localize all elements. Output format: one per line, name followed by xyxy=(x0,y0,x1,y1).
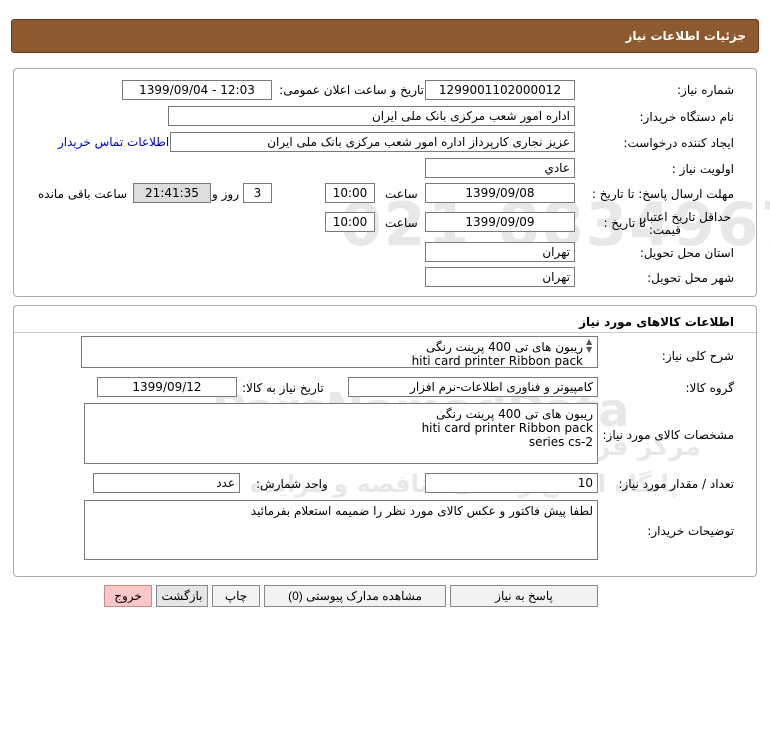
page-title: جزئیات اطلاعات نیاز xyxy=(625,29,746,43)
validity-date-field: 1399/09/09 xyxy=(425,212,575,232)
deadline-time-field: 10:00 xyxy=(325,183,375,203)
days-field: 3 xyxy=(243,183,272,203)
creator-label: ایجاد کننده درخواست: xyxy=(623,136,734,150)
need-info-panel xyxy=(13,68,757,297)
desc-line-2: hiti card printer Ribbon pack xyxy=(411,354,583,368)
remaining-label: ساعت باقی مانده xyxy=(38,187,128,201)
print-button[interactable]: چاپ xyxy=(212,585,260,607)
priority-label: اولویت نیاز : xyxy=(671,162,734,176)
need-number-label: شماره نیاز: xyxy=(677,83,734,97)
province-field: تهران xyxy=(425,242,575,262)
spec-line-2: hiti card printer Ribbon pack xyxy=(421,421,593,435)
spec-textarea[interactable]: ریبون های تی 400 پرینت رنگی hiti card pr… xyxy=(84,403,598,464)
days-label: روز و xyxy=(212,187,239,201)
deadline-date-field: 1399/09/08 xyxy=(425,183,575,203)
buyer-label: نام دستگاه خریدار: xyxy=(639,110,735,124)
validity-time-field: 10:00 xyxy=(325,212,375,232)
remaining-time-field: 21:41:35 xyxy=(133,183,211,203)
back-button[interactable]: بازگشت xyxy=(156,585,208,607)
notes-label: توضیحات خریدار: xyxy=(647,524,734,538)
deadline-label: مهلت ارسال پاسخ: تا تاریخ : xyxy=(591,187,734,201)
attachments-button[interactable]: مشاهده مدارک پیوستی (0) xyxy=(264,585,446,607)
need-date-label: تاریخ نیاز به کالا: xyxy=(242,381,324,395)
creator-field: عزیز نجاری کارپرداز اداره امور شعب مرکزی… xyxy=(170,132,575,152)
announce-field: 1399/09/04 - 12:03 xyxy=(122,80,272,100)
province-label: استان محل تحویل: xyxy=(639,246,734,260)
spec-line-1: ریبون های تی 400 پرینت رنگی xyxy=(436,407,593,421)
spec-line-3: series cs-2 xyxy=(528,435,593,449)
buyer-field: اداره امور شعب مرکزی بانک ملی ایران xyxy=(168,106,575,126)
need-date-field: 1399/09/12 xyxy=(97,377,237,397)
validity-until-label: تا تاریخ : xyxy=(603,216,646,230)
desc-textarea[interactable]: ریبون های تی 400 پرینت رنگی hiti card pr… xyxy=(81,336,598,368)
unit-label: واحد شمارش: xyxy=(256,477,328,491)
notes-textarea[interactable]: لطفا پیش فاکتور و عکس کالای مورد نظر را … xyxy=(84,500,598,560)
city-label: شهر محل تحویل: xyxy=(647,271,734,285)
city-field: تهران xyxy=(425,267,575,287)
announce-label: تاریخ و ساعت اعلان عمومی: xyxy=(279,83,424,97)
qty-label: تعداد / مقدار مورد نیاز: xyxy=(618,477,734,491)
goods-section-title: اطلاعات کالاهای مورد نیاز xyxy=(579,315,734,329)
group-label: گروه کالا: xyxy=(685,381,735,395)
group-field: کامپیوتر و فناوری اطلاعات-نرم افزار xyxy=(348,377,598,397)
priority-field: عادي xyxy=(425,158,575,178)
scroll-down-icon[interactable]: ▼ xyxy=(586,345,592,354)
notes-text: لطفا پیش فاکتور و عکس کالای مورد نظر را … xyxy=(250,504,593,518)
reply-button[interactable]: پاسخ به نیاز xyxy=(450,585,598,607)
exit-button[interactable]: خروج xyxy=(104,585,152,607)
validity-label-line1: حداقل تاریخ اعتبار xyxy=(640,210,731,224)
page-header: جزئیات اطلاعات نیاز xyxy=(11,19,759,53)
need-number-field: 1299001102000012 xyxy=(425,80,575,100)
buyer-contact-link[interactable]: اطلاعات تماس خریدار xyxy=(58,135,169,149)
spec-label: مشخصات کالای مورد نیاز: xyxy=(602,428,734,442)
validity-time-label: ساعت xyxy=(385,216,418,230)
desc-label: شرح کلی نیاز: xyxy=(661,349,734,363)
unit-field: عدد xyxy=(93,473,240,493)
validity-label-line2: قیمت: xyxy=(648,223,681,237)
deadline-time-label: ساعت xyxy=(385,187,418,201)
qty-field: 10 xyxy=(425,473,598,493)
goods-divider xyxy=(14,332,756,333)
desc-line-1: ریبون های تی 400 پرینت رنگی xyxy=(426,340,583,354)
